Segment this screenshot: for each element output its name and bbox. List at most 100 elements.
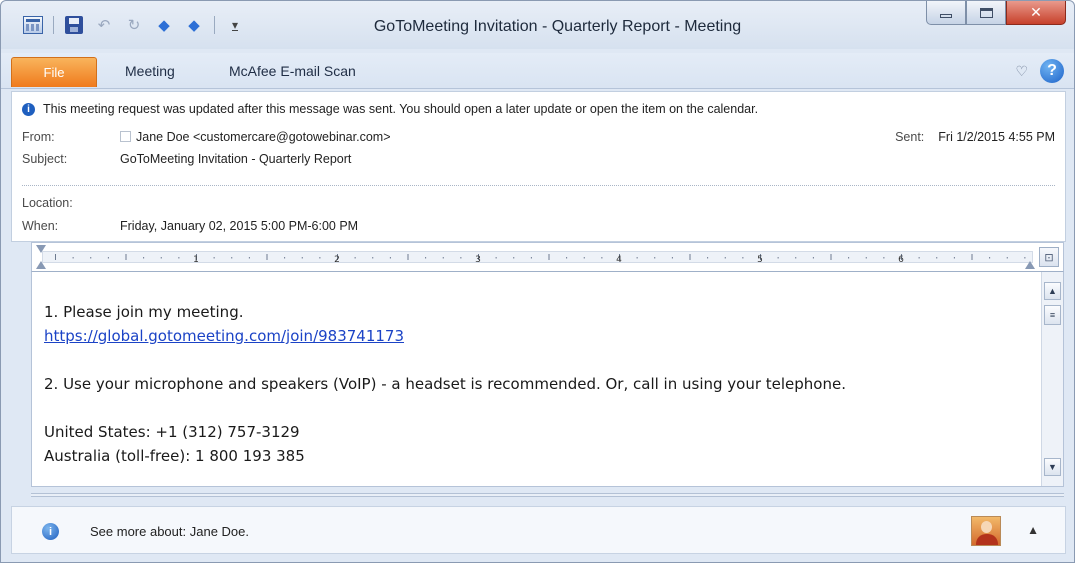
- message-body[interactable]: 1. Please join my meeting. https://globa…: [31, 272, 1064, 487]
- expand-people-pane-icon[interactable]: ▲: [1027, 523, 1039, 537]
- ruler-tick: [742, 257, 744, 259]
- when-value: Friday, January 02, 2015 5:00 PM-6:00 PM: [120, 219, 359, 233]
- ruler-tick: [125, 254, 127, 260]
- when-label: When:: [22, 219, 59, 233]
- ruler-tick: [830, 254, 832, 260]
- vertical-scrollbar[interactable]: ▲ ≡ ▼: [1041, 272, 1063, 486]
- from-label: From:: [22, 130, 55, 144]
- ruler-tick: [178, 257, 180, 259]
- sent-value: Fri 1/2/2015 4:55 PM: [938, 130, 1055, 144]
- window-controls: ✕: [926, 1, 1066, 25]
- scroll-thumb[interactable]: ≡: [1044, 305, 1061, 325]
- ruler-tick: [548, 254, 550, 260]
- tab-meeting[interactable]: Meeting: [125, 63, 175, 79]
- collapse-ribbon-icon[interactable]: ♡: [1015, 63, 1028, 80]
- ruler-tick: [812, 257, 814, 259]
- title-bar: ↶ ↻ ◆ ◆ ▾ GoToMeeting Invitation - Quart…: [1, 1, 1074, 49]
- tab-file[interactable]: File: [11, 57, 97, 87]
- ruler-tick: [724, 257, 726, 259]
- ruler-number: 2: [334, 255, 340, 262]
- ruler-tick: [407, 254, 409, 260]
- ruler-tick: [848, 257, 850, 259]
- ruler-tick: [989, 257, 991, 259]
- presence-icon: [120, 131, 131, 142]
- ruler-tick: [777, 257, 779, 259]
- ribbon-right-controls: ♡ ?: [1015, 59, 1064, 83]
- people-pane: i See more about: Jane Doe. ▲: [11, 506, 1066, 554]
- body-line-audio: 2. Use your microphone and speakers (VoI…: [44, 375, 846, 393]
- ruler-tick: [689, 254, 691, 260]
- close-button[interactable]: ✕: [1006, 1, 1066, 25]
- from-row: From: Jane Doe <customercare@gotowebinar…: [12, 130, 1065, 146]
- ruler-tick: [160, 257, 162, 259]
- ruler-tick: [354, 257, 356, 259]
- body-line-join: 1. Please join my meeting.: [44, 303, 244, 321]
- ruler-tick: [107, 257, 109, 259]
- view-ruler-toggle-button[interactable]: ⊡: [1039, 247, 1059, 267]
- scroll-down-icon: ▼: [1048, 462, 1057, 472]
- ruler-tick: [266, 254, 268, 260]
- ruler-tick: [143, 257, 145, 259]
- close-icon: ✕: [1030, 4, 1042, 20]
- ribbon-tabs: File Meeting McAfee E-mail Scan ♡ ?: [1, 53, 1074, 89]
- ruler-ticks: 1 2 3 4 5 6: [55, 254, 1026, 262]
- scroll-down-button[interactable]: ▼: [1044, 458, 1061, 476]
- ruler[interactable]: 1 2 3 4 5 6 ⊡: [31, 242, 1064, 272]
- ruler-number: 6: [898, 255, 904, 262]
- subject-row: Subject: GoToMeeting Invitation - Quarte…: [12, 152, 1065, 168]
- outlook-meeting-window: ↶ ↻ ◆ ◆ ▾ GoToMeeting Invitation - Quart…: [0, 0, 1075, 563]
- minimize-button[interactable]: [926, 1, 966, 25]
- when-row: When: Friday, January 02, 2015 5:00 PM-6…: [12, 219, 1065, 235]
- info-icon: i: [22, 102, 35, 116]
- subject-label: Subject:: [22, 152, 68, 166]
- tab-mcafee-email-scan[interactable]: McAfee E-mail Scan: [229, 63, 356, 79]
- window-title: GoToMeeting Invitation - Quarterly Repor…: [373, 18, 742, 35]
- maximize-icon: [979, 7, 993, 18]
- ruler-tick: [460, 257, 462, 259]
- ruler-tick: [707, 257, 709, 259]
- grip-icon: ≡: [1049, 310, 1056, 320]
- info-message: This meeting request was updated after t…: [43, 102, 759, 116]
- body-text: 1. Please join my meeting. https://globa…: [44, 300, 846, 468]
- ruler-tick: [530, 257, 532, 259]
- help-icon[interactable]: ?: [1040, 59, 1064, 83]
- location-label: Location:: [22, 196, 73, 210]
- sent-field: Sent: Fri 1/2/2015 4:55 PM: [895, 130, 1055, 144]
- scroll-up-icon: ▲: [1048, 286, 1057, 296]
- ruler-tick: [883, 257, 885, 259]
- ruler-tick: [72, 257, 74, 259]
- right-indent-marker[interactable]: [1025, 261, 1035, 269]
- ruler-tick: [953, 257, 955, 259]
- ruler-tick: [513, 257, 515, 259]
- body-line-australia-phone: Australia (toll-free): 1 800 193 385: [44, 447, 305, 465]
- sender-text: Jane Doe <customercare@gotowebinar.com>: [136, 130, 391, 144]
- ruler-number: 3: [475, 255, 481, 262]
- minimize-icon: [940, 13, 952, 18]
- ruler-tick: [442, 257, 444, 259]
- ruler-number: 1: [193, 255, 199, 262]
- ruler-tick: [671, 257, 673, 259]
- contact-avatar[interactable]: [971, 516, 1001, 546]
- ruler-tick: [90, 257, 92, 259]
- people-pane-splitter[interactable]: [31, 493, 1064, 497]
- ruler-tick: [865, 257, 867, 259]
- ruler-tick: [566, 257, 568, 259]
- maximize-button[interactable]: [966, 1, 1006, 25]
- location-row: Location:: [12, 196, 1065, 212]
- from-value[interactable]: Jane Doe <customercare@gotowebinar.com>: [120, 130, 391, 144]
- ruler-tick: [319, 257, 321, 259]
- people-pane-text[interactable]: See more about: Jane Doe.: [90, 524, 249, 539]
- info-bar[interactable]: i This meeting request was updated after…: [22, 102, 758, 116]
- ruler-tick: [372, 257, 374, 259]
- ruler-tick: [213, 257, 215, 259]
- ruler-tick: [918, 257, 920, 259]
- ruler-number: 5: [757, 255, 763, 262]
- ruler-scale: 1 2 3 4 5 6: [42, 251, 1033, 263]
- scroll-up-button[interactable]: ▲: [1044, 282, 1061, 300]
- ruler-tick: [1024, 257, 1026, 259]
- ruler-tick: [583, 257, 585, 259]
- meeting-join-link[interactable]: https://global.gotomeeting.com/join/9837…: [44, 327, 404, 345]
- ruler-tick: [425, 257, 427, 259]
- ruler-tick: [231, 257, 233, 259]
- ruler-tick: [654, 257, 656, 259]
